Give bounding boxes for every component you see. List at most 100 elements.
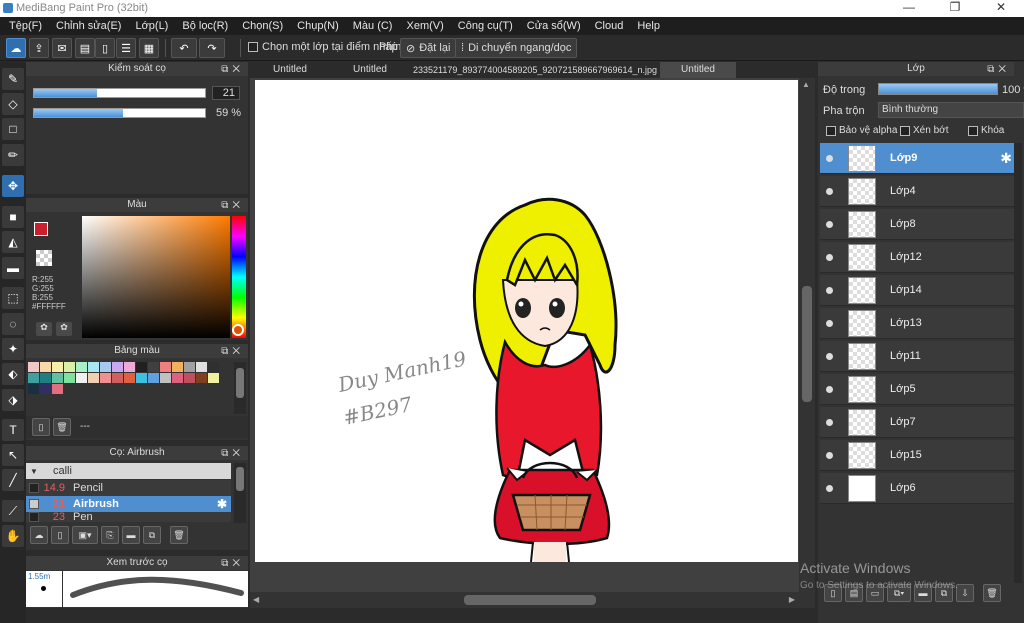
drawing-canvas[interactable]: Duy Manh19 #B297 <box>255 80 798 563</box>
palette-swatch[interactable] <box>136 362 147 372</box>
comment-icon[interactable]: ✉ <box>52 38 72 58</box>
document-icon[interactable]: ▯ <box>95 38 115 58</box>
palette-swatch[interactable] <box>28 373 39 383</box>
brush-group-header[interactable]: ▼ calli <box>26 463 231 479</box>
select-eraser-tool-icon[interactable]: ⬗ <box>2 389 24 411</box>
chat-icon[interactable]: ▤ <box>75 38 95 58</box>
folder-icon[interactable]: ▬ <box>122 526 140 544</box>
canvas-area[interactable]: Duy Manh19 #B297 ▲ ◀ ▶ <box>250 78 815 608</box>
clipping-option[interactable]: Xén bớt <box>900 125 948 136</box>
hand-tool-icon[interactable]: ✋ <box>2 525 24 547</box>
panel-icons[interactable]: ⧉✕ <box>221 199 244 213</box>
eraser-tool-icon[interactable]: ◇ <box>2 93 24 115</box>
cloud-icon[interactable]: ☁ <box>6 38 26 58</box>
palette-swatch[interactable] <box>28 362 39 372</box>
tab-untitled-active[interactable]: Untitled <box>660 62 736 78</box>
visibility-icon[interactable] <box>826 188 833 195</box>
menu-filter[interactable]: Bộ lọc(R) <box>175 20 235 32</box>
palette-swatch[interactable] <box>40 362 51 372</box>
palette-swatch[interactable] <box>160 362 171 372</box>
grid-icon[interactable]: ▦ <box>139 38 159 58</box>
menu-layer[interactable]: Lớp(L) <box>128 20 175 32</box>
select-rect-tool-icon[interactable]: ⬚ <box>2 287 24 309</box>
menu-view[interactable]: Xem(V) <box>399 20 450 32</box>
delete-brush-icon[interactable]: 🗑 <box>170 526 188 544</box>
panel-icons[interactable]: ⧉✕ <box>987 63 1010 77</box>
visibility-icon[interactable] <box>826 485 833 492</box>
palette-swatch[interactable] <box>172 362 183 372</box>
palette-swatch[interactable] <box>160 373 171 383</box>
brush-list-scrollbar[interactable] <box>234 463 246 523</box>
menu-cloud[interactable]: Cloud <box>588 20 631 32</box>
palette-scrollbar[interactable] <box>234 362 246 414</box>
protect-alpha-checkbox[interactable] <box>826 125 836 136</box>
new-brush-icon[interactable]: ▯ <box>51 526 69 544</box>
layer-row[interactable]: Lớp6 <box>820 473 1015 504</box>
brush-item-pencil[interactable]: 14.9 Pencil <box>26 480 231 496</box>
palette-swatch[interactable] <box>100 373 111 383</box>
layer-row[interactable]: Lớp8 <box>820 209 1015 240</box>
brush-tool-icon[interactable]: ✎ <box>2 68 24 90</box>
divide-tool-icon[interactable]: ╱ <box>2 469 24 491</box>
menu-help[interactable]: Help <box>630 20 667 32</box>
upload-icon[interactable]: ⇪ <box>29 38 49 58</box>
lock-checkbox[interactable] <box>968 125 978 136</box>
blend-mode-select[interactable]: Bình thường <box>878 102 1024 118</box>
tab-untitled-1[interactable]: Untitled <box>250 62 330 78</box>
move-tool-icon[interactable]: ✥ <box>2 175 24 197</box>
menu-window[interactable]: Cửa sổ(W) <box>520 20 588 32</box>
merge-layer-icon[interactable]: ⇩ <box>956 584 974 602</box>
layer-row[interactable]: Lớp5 <box>820 374 1015 405</box>
palette-swatch[interactable] <box>88 362 99 372</box>
palette-swatch[interactable] <box>64 373 75 383</box>
canvas-horizontal-scrollbar[interactable]: ◀ ▶ <box>250 592 799 608</box>
brush-item-airbrush[interactable]: 21 Airbrush ✱ <box>26 496 231 512</box>
reset-button[interactable]: ⊘ Đặt lại <box>400 38 457 58</box>
duplicate-icon[interactable]: ⧉ <box>143 526 161 544</box>
brush-size-value[interactable]: 21 <box>212 86 240 100</box>
brush-opacity-slider[interactable] <box>33 108 206 118</box>
layer-row[interactable]: Lớp7 <box>820 407 1015 438</box>
undo-icon[interactable]: ↶ <box>171 38 197 58</box>
visibility-icon[interactable] <box>826 221 833 228</box>
pen-tool-icon[interactable]: ✏ <box>2 144 24 166</box>
palette-swatch[interactable] <box>148 373 159 383</box>
text-tool-icon[interactable]: T <box>2 419 24 441</box>
gear-icon[interactable]: ✱ <box>217 497 227 511</box>
brush-item-pen[interactable]: 23 Pen <box>26 512 231 522</box>
hue-handle[interactable] <box>232 324 244 336</box>
minimize-button[interactable]: — <box>886 0 932 17</box>
palette-swatch[interactable] <box>208 362 219 372</box>
palette-swatch[interactable] <box>184 373 195 383</box>
eyedropper-tool-icon[interactable]: ⟋ <box>2 500 24 522</box>
visibility-icon[interactable] <box>826 254 833 261</box>
gradient-tool-icon[interactable]: ▬ <box>2 257 24 279</box>
panel-icons[interactable]: ⧉✕ <box>221 63 244 77</box>
brush-type-icon[interactable]: ▣▾ <box>72 526 98 544</box>
palette-swatch[interactable] <box>28 384 39 394</box>
visibility-icon[interactable] <box>826 353 833 360</box>
visibility-icon[interactable] <box>826 287 833 294</box>
select-pen-tool-icon[interactable]: ⬖ <box>2 363 24 385</box>
palette-swatch[interactable] <box>172 373 183 383</box>
primary-color-swatch[interactable] <box>34 222 48 236</box>
layer-row[interactable]: Lớp11 <box>820 341 1015 372</box>
visibility-icon[interactable] <box>826 155 833 162</box>
color-wheel-icon[interactable]: ✿ <box>36 322 52 336</box>
menu-color[interactable]: Màu (C) <box>346 20 400 32</box>
close-button[interactable]: ✕ <box>978 0 1024 17</box>
tab-image-file[interactable]: 233521179_893774004589205_92072158966796… <box>410 62 660 78</box>
palette-swatch[interactable] <box>124 362 135 372</box>
layer-row[interactable]: Lớp12 <box>820 242 1015 273</box>
panel-icons[interactable]: ⧉✕ <box>221 447 244 461</box>
palette-swatch[interactable] <box>124 373 135 383</box>
palette-swatch[interactable] <box>52 362 63 372</box>
protect-alpha-option[interactable]: Bảo vệ alpha <box>826 125 897 136</box>
clipping-checkbox[interactable] <box>900 125 910 136</box>
gear-icon[interactable]: ✱ <box>1000 150 1012 167</box>
palette-swatch[interactable] <box>88 373 99 383</box>
operation-tool-icon[interactable]: ↖ <box>2 444 24 466</box>
layer-opacity-slider[interactable] <box>878 83 998 95</box>
layer-row[interactable]: Lớp13 <box>820 308 1015 339</box>
menu-edit[interactable]: Chỉnh sửa(E) <box>49 20 128 32</box>
